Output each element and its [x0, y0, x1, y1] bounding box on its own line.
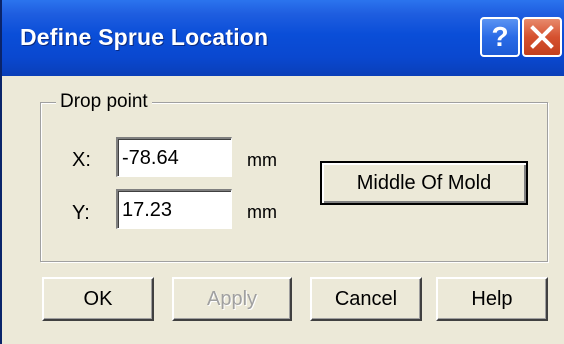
y-coordinate-input[interactable] — [116, 189, 232, 229]
window-title: Define Sprue Location — [20, 24, 269, 50]
x-label: X: — [72, 149, 91, 171]
ok-button[interactable]: OK — [42, 277, 154, 321]
middle-of-mold-button[interactable]: Middle Of Mold — [320, 161, 528, 205]
title-bar[interactable]: Define Sprue Location ? — [2, 0, 564, 76]
drop-point-legend: Drop point — [56, 91, 152, 113]
y-unit-label: mm — [247, 202, 277, 222]
y-label: Y: — [72, 202, 90, 224]
x-coordinate-input[interactable] — [116, 137, 232, 177]
help-glyph: ? — [491, 21, 509, 52]
close-icon[interactable] — [522, 17, 562, 57]
close-x-glyph — [530, 25, 554, 49]
x-unit-label: mm — [247, 150, 277, 170]
cancel-button[interactable]: Cancel — [310, 277, 422, 321]
help-icon[interactable]: ? — [480, 17, 520, 57]
help-button[interactable]: Help — [436, 277, 548, 321]
dialog-window: Define Sprue Location ? Drop point X: mm… — [0, 0, 564, 344]
apply-button[interactable]: Apply — [172, 277, 292, 321]
bottom-edge — [2, 340, 564, 344]
